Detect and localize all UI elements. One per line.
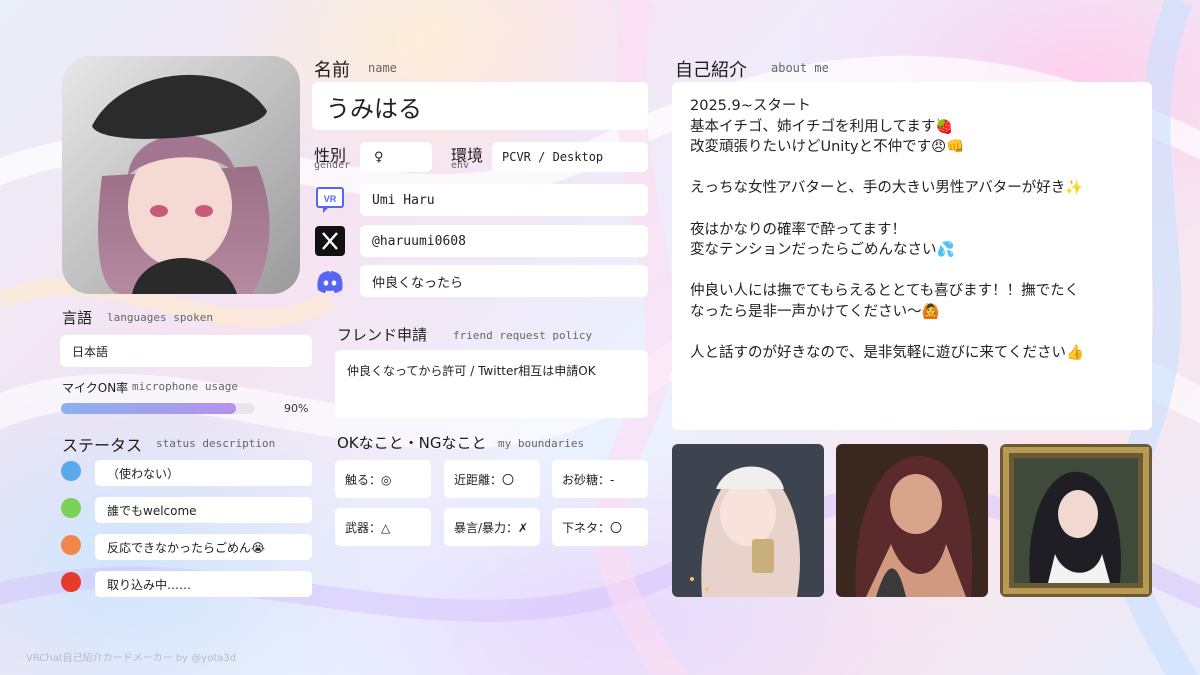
about-line	[690, 323, 1084, 344]
vrchat-icon: VR	[314, 184, 346, 216]
status-label-en: status description	[156, 437, 276, 450]
friend-label: フレンド申請	[337, 326, 428, 344]
languages-label-en: languages spoken	[107, 311, 213, 324]
name-label-en: name	[368, 61, 397, 75]
friend-label-en: friend request policy	[453, 329, 593, 342]
status-text-3: 反応できなかったらごめん😭	[95, 534, 312, 560]
mic-percent: 90%	[284, 402, 309, 415]
languages-value: 日本語	[60, 335, 312, 367]
languages-label: 言語	[62, 309, 93, 327]
boundary-weapons: 武器：△	[335, 508, 431, 546]
env-value: PCVR / Desktop	[492, 142, 648, 172]
env-label-en: env	[451, 160, 470, 171]
gender-value: ♀	[360, 142, 432, 172]
about-line: 基本イチゴ、姉イチゴを利用してます🍓	[690, 118, 954, 135]
boundary-violence: 暴言/暴力：✗	[444, 508, 540, 546]
boundaries-label: OKなこと・NGなこと	[337, 434, 487, 452]
footer-credit: VRChat自己紹介カードメーカー by @yota3d	[26, 653, 237, 664]
about-text: 2025.9~スタート 基本イチゴ、姉イチゴを利用してます🍓 改変頑張りたいけど…	[690, 96, 1084, 364]
about-line: 2025.9~スタート	[690, 98, 811, 114]
friend-policy-text: 仲良くなってから許可 / Twitter相互は申請OK	[347, 364, 596, 378]
about-line	[690, 261, 1084, 282]
x-icon[interactable]	[314, 225, 346, 257]
svg-text:VR: VR	[324, 194, 337, 204]
status-text-4: 取り込み中……	[95, 571, 312, 597]
vrchat-name: Umi Haru	[360, 184, 648, 216]
mic-progress-fill	[61, 403, 236, 414]
name-value: うみはる	[312, 82, 648, 130]
boundary-touch: 触る：◎	[335, 460, 431, 498]
discord-icon	[314, 265, 346, 297]
about-line: 夜はかなりの確率で酔ってます！	[690, 221, 907, 238]
about-line: 変なテンションだったらごめんなさい💦	[690, 242, 955, 259]
about-line: なったら是非一声かけてください〜🙆	[690, 303, 940, 320]
boundary-sugar: お砂糖：-	[552, 460, 648, 498]
about-line: 仲良い人には撫でてもらえるととても喜びます！！撫でたく	[690, 283, 1080, 300]
about-line: えっちな女性アバターと、手の大きい男性アバターが好き✨	[690, 180, 1084, 197]
avatar	[62, 56, 300, 294]
boundary-close-distance: 近距離：〇	[444, 460, 540, 498]
about-line	[690, 199, 1084, 220]
gender-label-en: gender	[314, 160, 351, 171]
mic-progress-track	[61, 403, 255, 414]
status-dot-red	[61, 572, 81, 592]
photo-3	[1000, 444, 1152, 597]
about-line: 改変頑張りたいけどUnityと不仲です😠👊	[690, 139, 965, 156]
about-card: 2025.9~スタート 基本イチゴ、姉イチゴを利用してます🍓 改変頑張りたいけど…	[672, 82, 1152, 430]
boundaries-label-en: my boundaries	[498, 437, 585, 450]
about-label: 自己紹介	[675, 60, 747, 81]
status-dot-orange	[61, 535, 81, 555]
status-dot-green	[61, 498, 81, 518]
about-label-en: about me	[771, 61, 829, 75]
photo-2	[836, 444, 988, 597]
mic-label: マイクON率	[62, 381, 129, 395]
about-line: 人と話すのが好きなので、是非気軽に遊びに来てください👍	[690, 345, 1085, 362]
status-label: ステータス	[62, 436, 143, 455]
status-text-2: 誰でもwelcome	[95, 497, 312, 523]
discord-value: 仲良くなったら	[360, 265, 648, 297]
status-dot-blue	[61, 461, 81, 481]
status-text-1: （使わない）	[95, 460, 312, 486]
boundary-lewd: 下ネタ：〇	[552, 508, 648, 546]
friend-policy-card: 仲良くなってから許可 / Twitter相互は申請OK	[335, 350, 648, 418]
mic-label-en: microphone usage	[132, 380, 238, 393]
x-handle[interactable]: @haruumi0608	[360, 225, 648, 257]
name-label: 名前	[314, 60, 350, 81]
photo-1	[672, 444, 824, 597]
about-line	[690, 158, 1084, 179]
